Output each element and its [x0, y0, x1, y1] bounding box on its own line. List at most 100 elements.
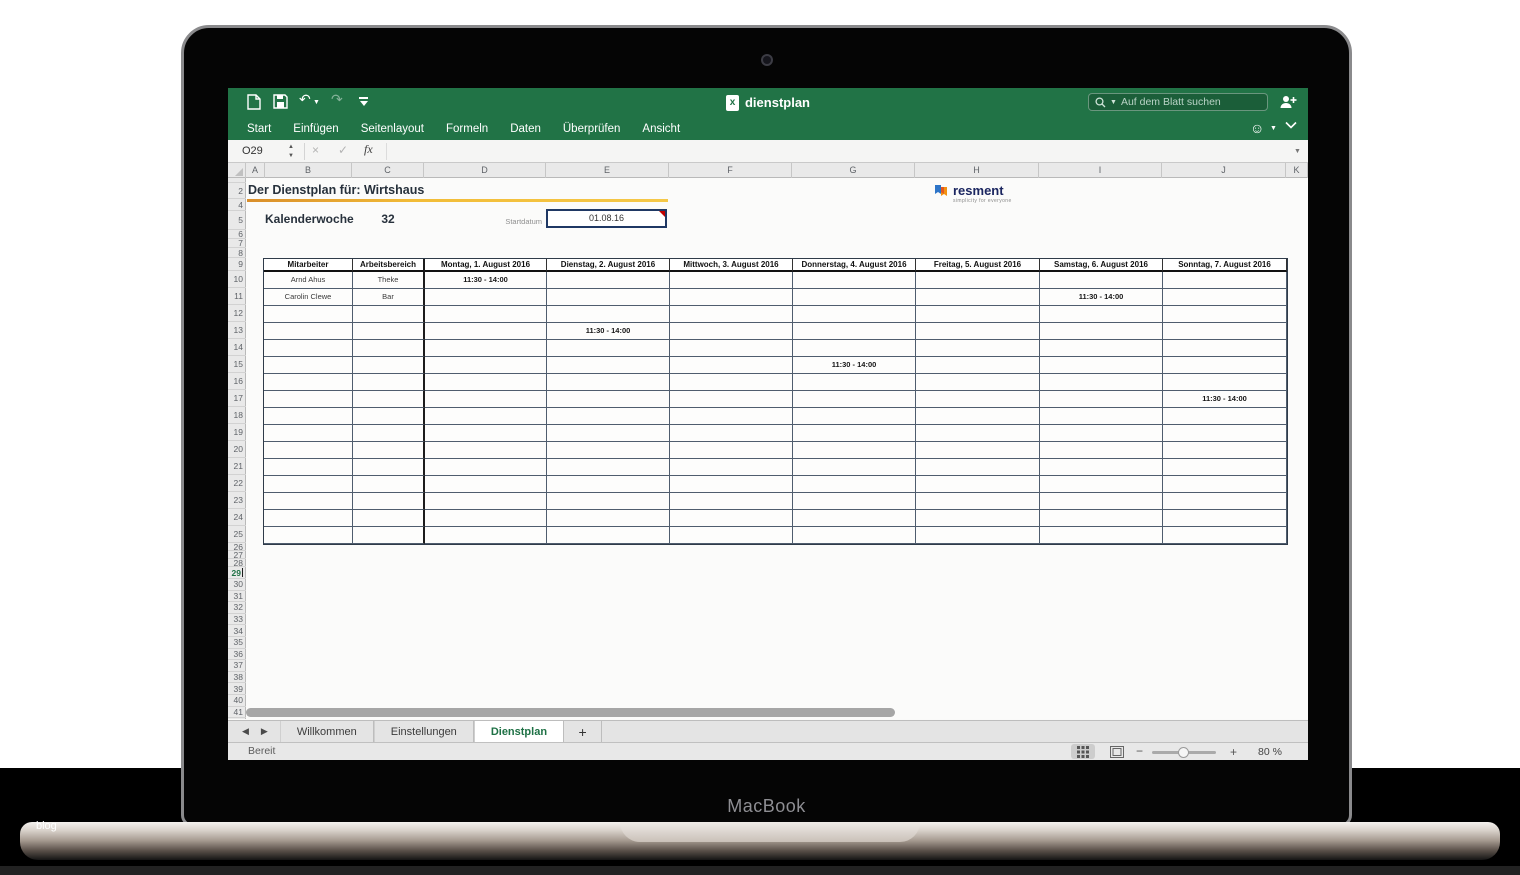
table-cell[interactable] [1040, 408, 1163, 425]
table-cell[interactable] [353, 340, 425, 357]
row-header-40[interactable]: 40 [228, 695, 246, 707]
table-cell[interactable] [793, 289, 916, 306]
table-cell[interactable] [425, 289, 547, 306]
table-header-cell[interactable]: Samstag, 6. August 2016 [1040, 259, 1163, 272]
table-cell[interactable] [425, 306, 547, 323]
table-cell[interactable] [670, 476, 793, 493]
table-cell[interactable] [793, 340, 916, 357]
table-cell[interactable]: Arnd Ahus [264, 272, 353, 289]
row-header-39[interactable]: 39 [228, 683, 246, 695]
table-cell[interactable] [353, 459, 425, 476]
add-sheet-button[interactable]: + [564, 721, 602, 742]
table-cell[interactable] [425, 374, 547, 391]
table-cell[interactable] [1040, 357, 1163, 374]
table-cell[interactable] [793, 459, 916, 476]
table-cell[interactable] [916, 442, 1040, 459]
table-cell[interactable] [1163, 425, 1287, 442]
table-cell[interactable] [547, 306, 670, 323]
table-header-cell[interactable]: Montag, 1. August 2016 [425, 259, 547, 272]
table-cell[interactable] [425, 476, 547, 493]
table-header-cell[interactable]: Arbeitsbereich [353, 259, 425, 272]
row-header-30[interactable]: 30 [228, 579, 246, 591]
table-cell[interactable] [1163, 442, 1287, 459]
table-cell[interactable] [916, 289, 1040, 306]
row-header-10[interactable]: 10 [228, 271, 246, 288]
table-cell[interactable] [916, 272, 1040, 289]
row-header-29[interactable]: 29 [228, 567, 246, 579]
table-cell[interactable]: 11:30 - 14:00 [425, 272, 547, 289]
row-header-22[interactable]: 22 [228, 475, 246, 492]
table-cell[interactable] [1163, 340, 1287, 357]
table-cell[interactable] [547, 340, 670, 357]
table-cell[interactable] [1163, 510, 1287, 527]
table-cell[interactable] [425, 527, 547, 544]
table-cell[interactable]: Theke [353, 272, 425, 289]
name-box-stepper[interactable]: ▲▼ [288, 143, 294, 160]
row-header-6[interactable]: 6 [228, 230, 246, 239]
row-header-41[interactable]: 41 [228, 707, 246, 719]
column-header-B[interactable]: B [265, 163, 352, 178]
table-cell[interactable] [353, 425, 425, 442]
ribbon-tab-start[interactable]: Start [247, 123, 271, 135]
table-cell[interactable] [670, 374, 793, 391]
table-cell[interactable] [793, 442, 916, 459]
table-cell[interactable] [1163, 493, 1287, 510]
zoom-slider-thumb[interactable] [1178, 747, 1189, 758]
table-cell[interactable] [264, 527, 353, 544]
row-header-24[interactable]: 24 [228, 509, 246, 526]
row-header-36[interactable]: 36 [228, 649, 246, 661]
table-cell[interactable] [264, 357, 353, 374]
zoom-out-icon[interactable]: − [1136, 744, 1143, 758]
table-cell[interactable] [670, 459, 793, 476]
column-header-H[interactable]: H [915, 163, 1039, 178]
column-header-G[interactable]: G [792, 163, 915, 178]
zoom-percentage[interactable]: 80 % [1258, 746, 1282, 758]
table-cell[interactable] [425, 425, 547, 442]
table-cell[interactable] [547, 510, 670, 527]
row-header-31[interactable]: 31 [228, 591, 246, 603]
table-cell[interactable] [425, 493, 547, 510]
kalenderwoche-value[interactable]: 32 [352, 212, 424, 226]
row-header-9[interactable]: 9 [228, 258, 246, 271]
table-cell[interactable] [264, 510, 353, 527]
ribbon-tab-überprüfen[interactable]: Überprüfen [563, 123, 621, 135]
search-input[interactable] [1121, 96, 1261, 108]
table-cell[interactable] [264, 459, 353, 476]
cancel-entry-icon[interactable]: × [312, 143, 319, 157]
table-cell[interactable] [1040, 374, 1163, 391]
table-cell[interactable] [547, 357, 670, 374]
table-cell[interactable] [264, 442, 353, 459]
table-cell[interactable] [425, 391, 547, 408]
page-layout-view-button[interactable] [1105, 744, 1129, 759]
zoom-slider[interactable] [1152, 751, 1216, 754]
table-header-cell[interactable]: Mitarbeiter [264, 259, 353, 272]
table-cell[interactable] [1163, 323, 1287, 340]
table-cell[interactable] [264, 323, 353, 340]
search-scope-caret-icon[interactable]: ▼ [1110, 99, 1117, 106]
row-header-33[interactable]: 33 [228, 614, 246, 626]
row-header-14[interactable]: 14 [228, 339, 246, 356]
row-header-28[interactable]: 28 [228, 559, 246, 567]
table-cell[interactable] [1163, 527, 1287, 544]
table-cell[interactable] [670, 289, 793, 306]
sheet-search-box[interactable]: ▼ [1088, 93, 1268, 111]
horizontal-scrollbar[interactable] [246, 708, 895, 717]
row-header-7[interactable]: 7 [228, 239, 246, 248]
column-header-K[interactable]: K [1286, 163, 1308, 178]
table-cell[interactable] [1040, 425, 1163, 442]
table-header-cell[interactable]: Mittwoch, 3. August 2016 [670, 259, 793, 272]
table-cell[interactable] [425, 442, 547, 459]
table-cell[interactable] [916, 459, 1040, 476]
table-cell[interactable] [264, 374, 353, 391]
smiley-caret-icon[interactable]: ▼ [1270, 125, 1277, 132]
table-cell[interactable] [353, 323, 425, 340]
row-header-19[interactable]: 19 [228, 424, 246, 441]
table-cell[interactable] [670, 425, 793, 442]
sheet-tab-willkommen[interactable]: Willkommen [280, 721, 374, 742]
table-cell[interactable] [1040, 493, 1163, 510]
table-header-cell[interactable]: Freitag, 5. August 2016 [916, 259, 1040, 272]
table-cell[interactable] [793, 391, 916, 408]
row-header-16[interactable]: 16 [228, 373, 246, 390]
table-cell[interactable]: Carolin Clewe [264, 289, 353, 306]
table-cell[interactable] [793, 476, 916, 493]
